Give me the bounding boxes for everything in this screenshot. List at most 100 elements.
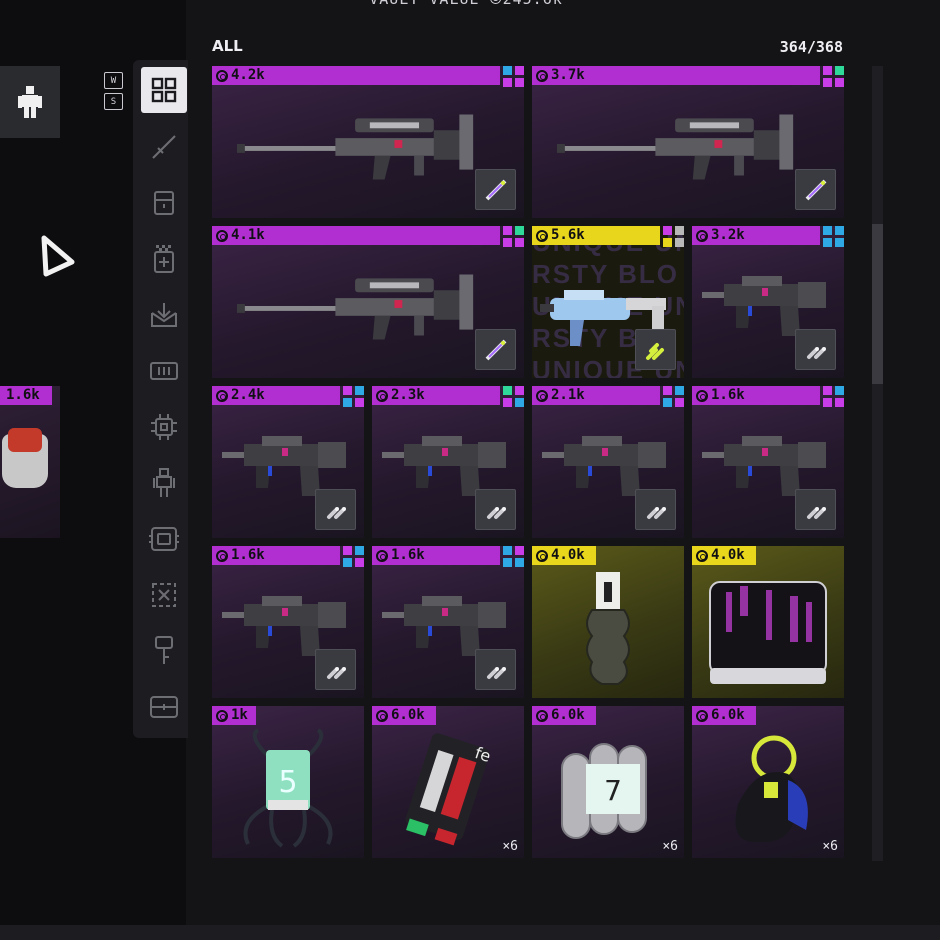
price-value: 4.0k xyxy=(551,547,585,563)
item-card-sniper-rifle-3[interactable]: 4.1k xyxy=(212,226,524,378)
price-tag: 1.6k xyxy=(212,546,340,565)
category-sidebar xyxy=(133,60,188,738)
currency-icon xyxy=(216,389,228,402)
sniper-badge-icon xyxy=(795,169,836,210)
price-tag: 3.7k xyxy=(532,66,820,85)
item-card-smg-5[interactable]: 1.6k xyxy=(692,386,844,538)
item-card-smg-7[interactable]: 1.6k xyxy=(372,546,524,698)
svg-text:5: 5 xyxy=(278,765,297,800)
price-tag: 4.1k xyxy=(212,226,500,245)
ammo-yellow-badge-icon xyxy=(635,329,676,370)
rarity-indicator xyxy=(343,386,364,407)
price-tag: 5.6k xyxy=(532,226,660,245)
price-value: 1.6k xyxy=(391,547,425,563)
hotkey-w: W xyxy=(104,72,123,89)
price-tag: 6.0k xyxy=(372,706,436,725)
scrollbar-track[interactable] xyxy=(872,66,883,861)
item-card-sniper-rifle-2[interactable]: 3.7k xyxy=(532,66,844,218)
item-card-smg-1[interactable]: 3.2k xyxy=(692,226,844,378)
armor-image xyxy=(2,428,48,488)
currency-icon xyxy=(216,709,228,722)
left-loadout-card[interactable]: 1.6k xyxy=(0,386,60,538)
item-card-fe-canister[interactable]: fe 6.0k ×6 xyxy=(372,706,524,858)
item-card-helmet-device[interactable]: 6.0k ×6 xyxy=(692,706,844,858)
price-tag: 6.0k xyxy=(532,706,596,725)
bottom-bar xyxy=(0,925,940,940)
price-value: 2.3k xyxy=(391,387,425,403)
price-value: 2.1k xyxy=(551,387,585,403)
rarity-indicator xyxy=(663,226,684,247)
ammo-badge-icon xyxy=(315,489,356,530)
currency-icon xyxy=(216,549,228,562)
stack-quantity: ×6 xyxy=(502,839,518,854)
all-categories-icon[interactable] xyxy=(141,67,187,113)
item-card-smg-3[interactable]: 2.3k xyxy=(372,386,524,538)
character-category-icon[interactable] xyxy=(141,460,187,506)
price-value: 1.6k xyxy=(711,387,745,403)
currency-icon xyxy=(696,709,708,722)
character-tab[interactable] xyxy=(0,66,60,138)
item-card-smg-6[interactable]: 1.6k xyxy=(212,546,364,698)
price-tag: 1.6k xyxy=(372,546,500,565)
sniper-badge-icon xyxy=(475,329,516,370)
ammo-category-icon[interactable] xyxy=(141,348,187,394)
svg-text:7: 7 xyxy=(604,774,622,807)
rarity-indicator xyxy=(503,226,524,247)
price-value: 1.6k xyxy=(231,547,265,563)
price-tag: 1k xyxy=(212,706,256,725)
sniper-category-icon[interactable] xyxy=(141,124,187,170)
currency-icon xyxy=(536,389,548,402)
character-icon xyxy=(18,86,42,118)
rarity-indicator xyxy=(503,66,524,87)
currency-icon xyxy=(216,229,228,242)
item-count: 364/368 xyxy=(779,38,843,56)
price-tag: 2.3k xyxy=(372,386,500,405)
item-card-grip-item[interactable]: 4.0k xyxy=(532,546,684,698)
scrollbar-thumb[interactable] xyxy=(872,224,883,384)
price-tag: 4.0k xyxy=(532,546,596,565)
vault-value: VAULT VALUE ⦾245.6k xyxy=(186,0,746,8)
item-card-sniper-rifle-1[interactable]: 4.2k xyxy=(212,66,524,218)
rarity-indicator xyxy=(823,66,844,87)
ammo-badge-icon xyxy=(795,329,836,370)
price-tag: 1.6k xyxy=(692,386,820,405)
price-value: 5.6k xyxy=(551,227,585,243)
price-tag: 4.2k xyxy=(212,66,500,85)
price-value: 3.7k xyxy=(551,67,585,83)
price-tag: 6.0k xyxy=(692,706,756,725)
item-card-implant-module[interactable]: 5 1k xyxy=(212,706,364,858)
consumable-category-icon[interactable] xyxy=(141,236,187,282)
currency-icon xyxy=(696,229,708,242)
cursor-icon xyxy=(41,235,75,277)
price-value: 2.4k xyxy=(231,387,265,403)
container-category-icon[interactable] xyxy=(141,684,187,730)
price-value: 4.1k xyxy=(231,227,265,243)
currency-icon xyxy=(696,549,708,562)
currency-icon xyxy=(536,229,548,242)
rarity-indicator xyxy=(823,386,844,407)
item-grid: 4.2k 3.7k 4.1k UNIQUE UNIQUE RSTY BLO UNI… xyxy=(212,66,844,858)
download-category-icon[interactable] xyxy=(141,292,187,338)
ammo-badge-icon xyxy=(475,649,516,690)
item-card-data-cube[interactable]: 4.0k xyxy=(692,546,844,698)
currency-icon xyxy=(376,389,388,402)
chip-category-icon[interactable] xyxy=(141,404,187,450)
price-value: 6.0k xyxy=(711,707,745,723)
ammo-badge-icon xyxy=(475,489,516,530)
item-card-coil-pack[interactable]: 7 6.0k ×6 xyxy=(532,706,684,858)
price-value: 4.2k xyxy=(231,67,265,83)
ammo-badge-icon xyxy=(795,489,836,530)
price-value: 4.0k xyxy=(711,547,745,563)
left-card-price: 1.6k xyxy=(0,386,52,405)
item-card-unique-blue-smg[interactable]: UNIQUE UNIQUE RSTY BLO UNIQUE UNI RSTY B… xyxy=(532,226,684,378)
price-value: 3.2k xyxy=(711,227,745,243)
key-category-icon[interactable] xyxy=(141,628,187,674)
currency-icon xyxy=(216,69,228,82)
item-card-smg-4[interactable]: 2.1k xyxy=(532,386,684,538)
trash-category-icon[interactable] xyxy=(141,572,187,618)
device-category-icon[interactable] xyxy=(141,516,187,562)
backpack-category-icon[interactable] xyxy=(141,180,187,226)
currency-icon xyxy=(376,709,388,722)
item-card-smg-2[interactable]: 2.4k xyxy=(212,386,364,538)
ammo-badge-icon xyxy=(635,489,676,530)
